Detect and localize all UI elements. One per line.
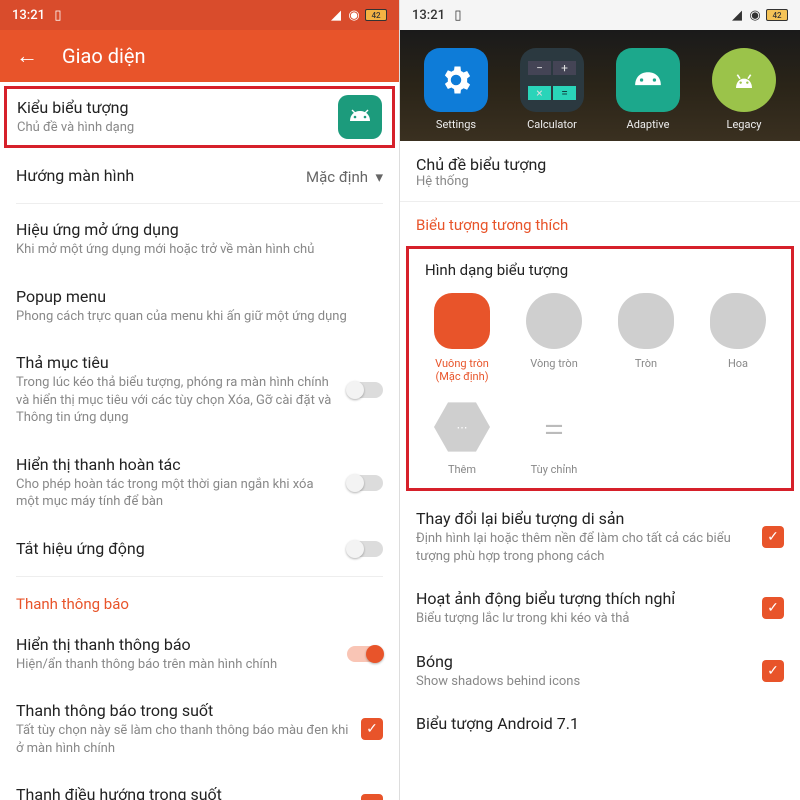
shape-flower[interactable]: Hoa	[695, 293, 781, 391]
android-icon	[338, 95, 382, 139]
sim-icon: ▯	[451, 8, 465, 22]
adaptive-icon	[616, 48, 680, 112]
circle-icon	[526, 293, 582, 349]
page-title: Giao diện	[62, 44, 146, 68]
round-icon	[618, 293, 674, 349]
orientation-row[interactable]: Hướng màn hình Mặc định ▾	[16, 152, 383, 201]
shadow-row[interactable]: Bóng Show shadows behind icons ✓	[416, 640, 784, 703]
icon-style-row[interactable]: Kiểu biểu tượng Chủ đề và hình dạng	[4, 86, 395, 148]
shape-squircle[interactable]: Vuông tròn (Mặc định)	[419, 293, 505, 391]
android71-row[interactable]: Biểu tượng Android 7.1	[416, 702, 784, 747]
open-effect-row[interactable]: Hiệu ứng mở ứng dụng Khi mở một ứng dụng…	[16, 206, 383, 273]
shape-circle[interactable]: Vòng tròn	[511, 293, 597, 391]
undo-bar-toggle[interactable]	[347, 475, 383, 491]
shape-round[interactable]: Tròn	[603, 293, 689, 391]
icon-shape-box: Hình dạng biểu tượng Vuông tròn (Mặc địn…	[406, 246, 794, 491]
phone-left: 13:21 ▯ ◢ ◉ 42 ← Giao diện Kiểu biểu tượn…	[0, 0, 400, 800]
icon-theme-row[interactable]: Chủ đề biểu tượng Hệ thống	[400, 141, 800, 201]
icon-style-title: Kiểu biểu tượng	[17, 98, 134, 117]
back-button[interactable]: ←	[16, 43, 38, 69]
icon-shape-title: Hình dạng biểu tượng	[419, 259, 781, 293]
drop-target-row[interactable]: Thả mục tiêu Trong lúc kéo thả biểu tượn…	[16, 339, 383, 441]
shape-more[interactable]: ⋯ Thêm	[419, 399, 505, 484]
legacy-reshape-check[interactable]: ✓	[762, 526, 784, 548]
wifi-icon: ◉	[748, 8, 762, 22]
preview-app-legacy: Legacy	[712, 48, 776, 131]
statusbar-left: 13:21 ▯ ◢ ◉ 42	[0, 0, 399, 30]
flower-icon	[710, 293, 766, 349]
legacy-reshape-row[interactable]: Thay đổi lại biểu tượng di sản Định hình…	[416, 497, 784, 577]
battery-indicator: 42	[766, 9, 788, 21]
transparent-nav-row[interactable]: Thanh điều hướng trong suốt Tất tùy chọn…	[16, 771, 383, 800]
signal-icon: ◢	[730, 8, 744, 22]
show-notif-bar-row[interactable]: Hiển thị thanh thông báo Hiện/ẩn thanh t…	[16, 621, 383, 688]
transparent-notif-check[interactable]: ✓	[361, 718, 383, 740]
orientation-value: Mặc định ▾	[306, 168, 383, 186]
section-compatible: Biểu tượng tương thích	[400, 202, 800, 240]
undo-bar-row[interactable]: Hiển thị thanh hoàn tác Cho phép hoàn tá…	[16, 441, 383, 525]
shadow-check[interactable]: ✓	[762, 660, 784, 682]
preview-app-settings: Settings	[424, 48, 488, 131]
status-time: 13:21	[12, 8, 45, 23]
wifi-icon: ◉	[347, 8, 361, 22]
drop-target-toggle[interactable]	[347, 382, 383, 398]
calculator-icon: −+×=	[520, 48, 584, 112]
hexagon-icon: ⋯	[434, 399, 490, 455]
legacy-icon	[712, 48, 776, 112]
section-notification: Thanh thông báo	[16, 579, 383, 621]
popup-menu-row[interactable]: Popup menu Phong cách trực quan của menu…	[16, 273, 383, 340]
icon-style-sub: Chủ đề và hình dạng	[17, 119, 134, 137]
transparent-notif-row[interactable]: Thanh thông báo trong suốt Tất tùy chọn …	[16, 687, 383, 771]
disable-anim-row[interactable]: Tắt hiệu ứng động	[16, 525, 383, 574]
phone-right: 13:21 ▯ ◢ ◉ 42 Settings −+×= Calculator	[400, 0, 800, 800]
settings-icon	[424, 48, 488, 112]
adaptive-anim-row[interactable]: Hoạt ảnh động biểu tượng thích nghỉ Biểu…	[416, 577, 784, 640]
squircle-icon	[434, 293, 490, 349]
status-time: 13:21	[412, 8, 445, 23]
header: ← Giao diện	[0, 30, 399, 82]
preview-app-adaptive: Adaptive	[616, 48, 680, 131]
adaptive-anim-check[interactable]: ✓	[762, 597, 784, 619]
show-notif-bar-toggle[interactable]	[347, 646, 383, 662]
battery-indicator: 42	[365, 9, 387, 21]
preview-app-calculator: −+×= Calculator	[520, 48, 584, 131]
orientation-title: Hướng màn hình	[16, 166, 134, 185]
statusbar-right: 13:21 ▯ ◢ ◉ 42	[400, 0, 800, 30]
sliders-icon: ⚌	[526, 399, 582, 455]
transparent-nav-check[interactable]: ✓	[361, 794, 383, 800]
sim-icon: ▯	[51, 8, 65, 22]
signal-icon: ◢	[329, 8, 343, 22]
shape-custom[interactable]: ⚌ Tùy chỉnh	[511, 399, 597, 484]
icon-preview: Settings −+×= Calculator Adaptive Legacy	[400, 30, 800, 141]
disable-anim-toggle[interactable]	[347, 541, 383, 557]
